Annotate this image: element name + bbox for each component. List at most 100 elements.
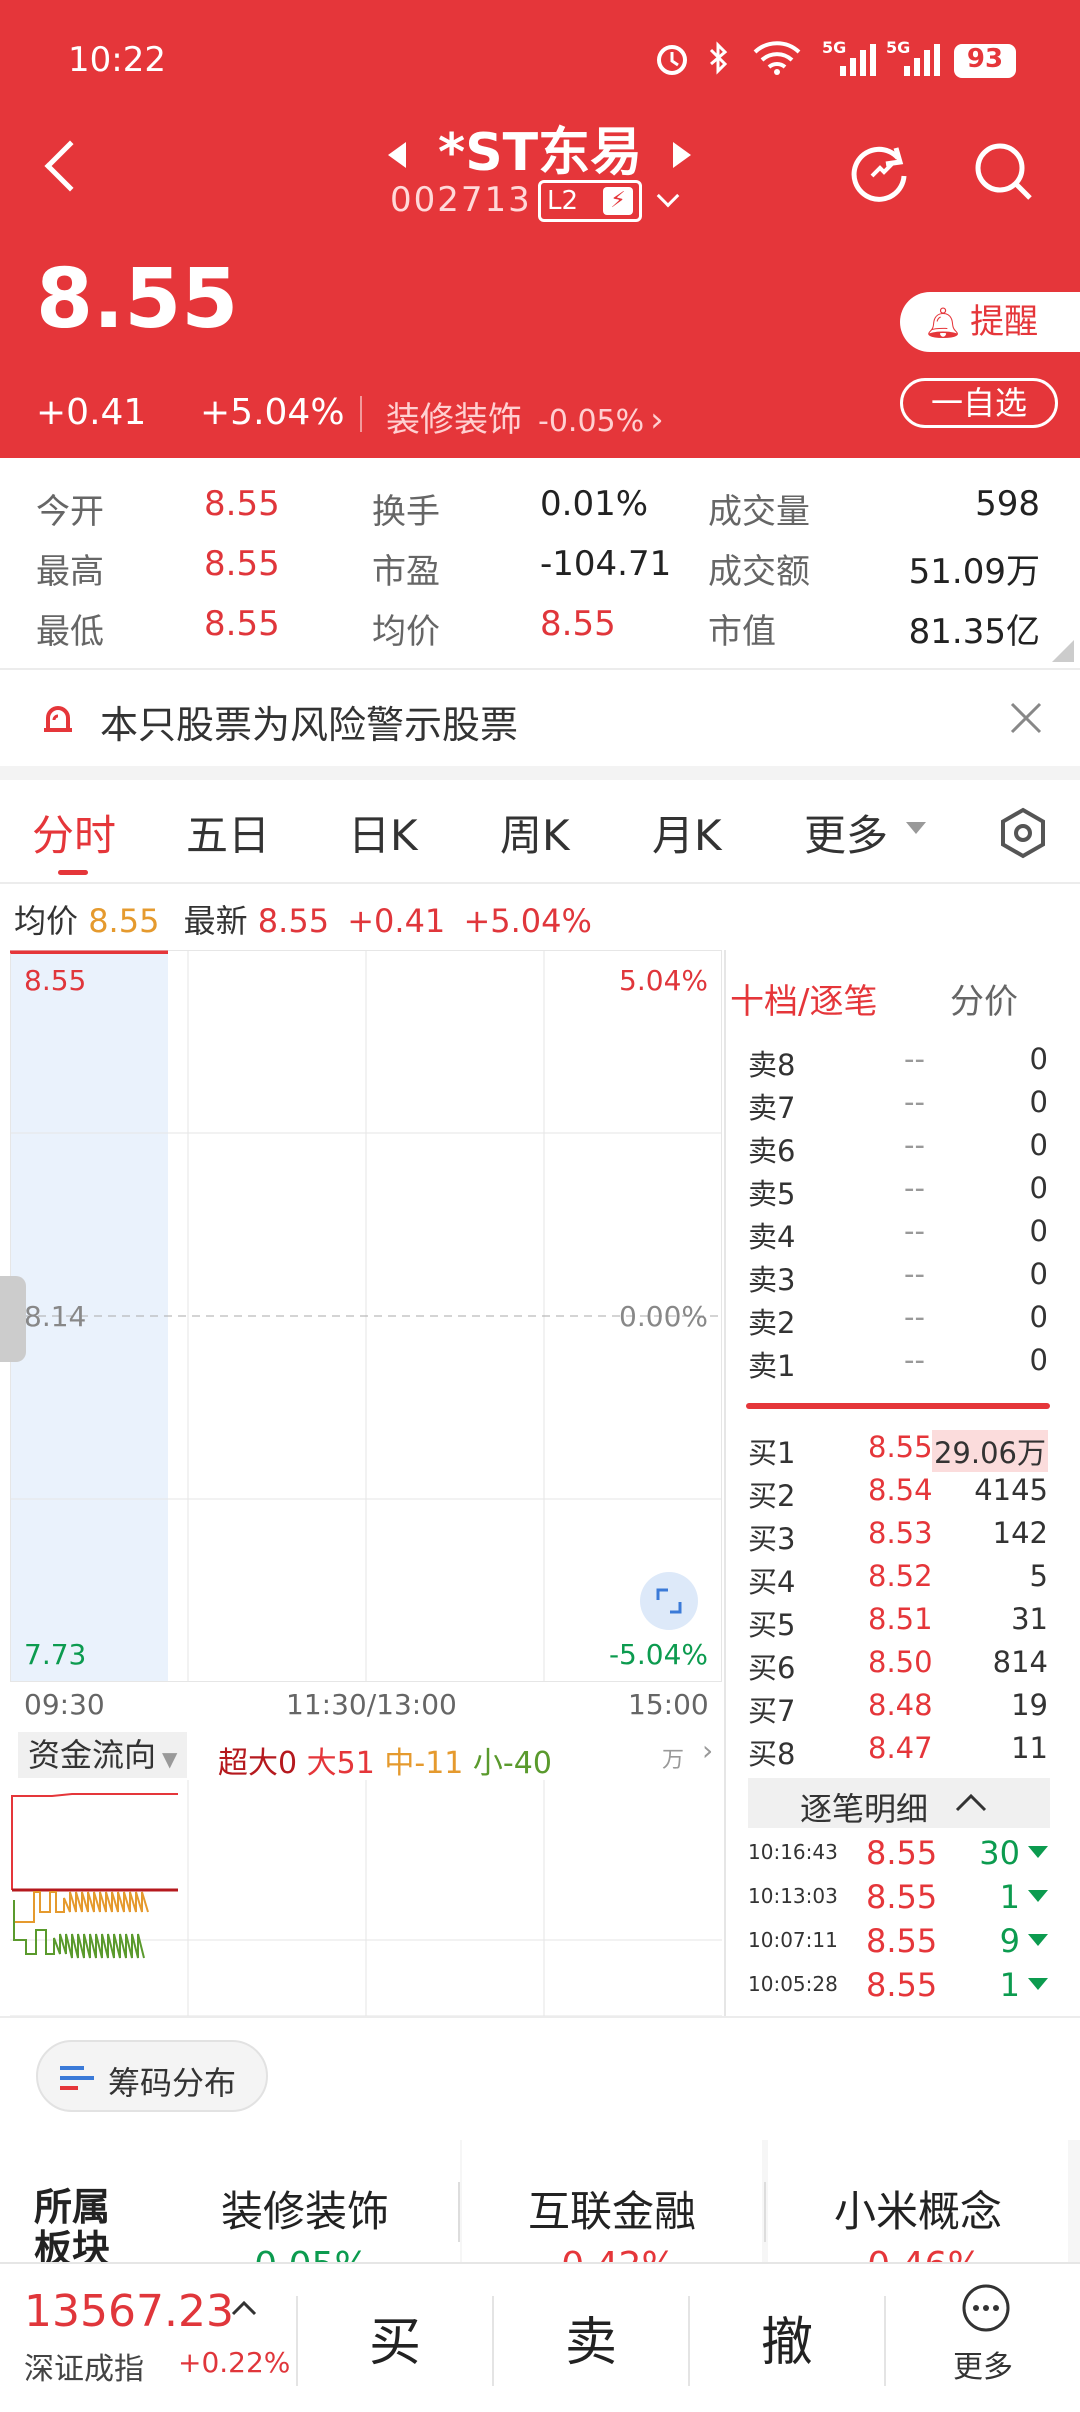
tab-intraday[interactable]: 分时 bbox=[32, 802, 116, 863]
order-volume: 0 bbox=[1029, 1171, 1048, 1205]
close-icon[interactable] bbox=[1008, 700, 1044, 736]
buy-button[interactable]: 买 bbox=[298, 2300, 492, 2375]
y-axis-top: 8.55 bbox=[24, 964, 87, 997]
order-volume: 0 bbox=[1029, 1257, 1048, 1291]
sector-strip: 所属板块 装修装饰-0.05% 互联金融-0.42% 小米概念-0.46% bbox=[0, 2140, 1080, 2286]
small-flow: 小-40 bbox=[472, 1746, 552, 1781]
fund-flow-panel[interactable]: 资金流向 ▼ 超大0 大51 中-11 小-40 万 › bbox=[10, 1728, 722, 2016]
down-arrow-icon bbox=[1028, 1846, 1048, 1858]
latest-value: 8.55 bbox=[257, 902, 330, 940]
volume-label: 成交量 bbox=[708, 492, 810, 532]
y-axis-mid: 8.14 bbox=[24, 1300, 87, 1333]
tab-monthly-k[interactable]: 月K bbox=[652, 802, 722, 863]
settings-icon[interactable] bbox=[996, 806, 1050, 860]
open-value: 8.55 bbox=[204, 484, 280, 524]
pct-axis-top: 5.04% bbox=[619, 964, 708, 997]
tick-row: 10:07:11 8.55 9 bbox=[748, 1922, 1050, 1965]
tick-volume: 9 bbox=[999, 1922, 1020, 1960]
sector-label: 所属板块 bbox=[34, 2186, 111, 2262]
chip-distribution-label: 筹码分布 bbox=[108, 2064, 237, 2102]
sector-link[interactable]: 装修装饰 -0.05% › bbox=[386, 392, 664, 441]
chevron-down-icon[interactable] bbox=[656, 184, 680, 208]
order-level-label: 买6 bbox=[748, 1651, 796, 1685]
chip-distribution-button[interactable]: 筹码分布 bbox=[36, 2040, 268, 2112]
more-button[interactable]: 更多 bbox=[886, 2280, 1080, 2390]
fullscreen-button[interactable] bbox=[640, 1572, 698, 1630]
price-distribution-tab[interactable]: 分价 bbox=[950, 974, 1018, 1023]
expand-corner-icon[interactable] bbox=[1052, 640, 1074, 662]
avg-price-value: 8.55 bbox=[88, 902, 160, 940]
sector-card[interactable]: 互联金融-0.42% bbox=[462, 2140, 762, 2286]
fund-flow-unit: 万 bbox=[662, 1748, 685, 1773]
latest-change: +0.41 bbox=[347, 902, 446, 940]
order-price: -- bbox=[904, 1343, 925, 1377]
stock-code: 002713 bbox=[390, 180, 532, 220]
sell-order-row: 卖6 -- 0 bbox=[748, 1128, 1048, 1171]
order-price: -- bbox=[904, 1042, 925, 1076]
order-level-label: 卖8 bbox=[748, 1048, 796, 1082]
level2-badge[interactable]: L2 ⚡ bbox=[538, 180, 642, 222]
order-volume: 19 bbox=[1011, 1688, 1048, 1722]
order-volume: 11 bbox=[1011, 1731, 1048, 1765]
next-stock-button[interactable] bbox=[673, 142, 691, 168]
side-drawer-handle[interactable] bbox=[0, 1276, 26, 1362]
large-flow: 大51 bbox=[306, 1746, 375, 1781]
tab-more-label: 更多 bbox=[804, 811, 889, 860]
pct-axis-mid: 0.00% bbox=[619, 1300, 708, 1333]
avg-label: 均价 bbox=[372, 612, 440, 652]
search-icon[interactable] bbox=[972, 140, 1036, 204]
order-level-label: 买3 bbox=[748, 1522, 796, 1556]
buy-order-row: 买3 8.53 142 bbox=[748, 1516, 1048, 1559]
super-large-flow: 超大0 bbox=[218, 1746, 298, 1781]
tab-five-day[interactable]: 五日 bbox=[186, 802, 270, 863]
remind-button[interactable]: 🔔︎ 提醒 bbox=[900, 292, 1080, 352]
sell-order-row: 卖2 -- 0 bbox=[748, 1300, 1048, 1343]
divider bbox=[724, 950, 726, 2016]
index-name: 深证成指 bbox=[24, 2352, 144, 2387]
order-price: 8.48 bbox=[868, 1688, 933, 1722]
battery-icon: 93 bbox=[954, 44, 1016, 78]
divider bbox=[360, 396, 362, 432]
divider bbox=[764, 2182, 766, 2242]
sell-button[interactable]: 卖 bbox=[494, 2300, 688, 2375]
buy-order-row: 买1 8.55 29.06万 bbox=[748, 1430, 1048, 1473]
tab-weekly-k[interactable]: 周K bbox=[500, 802, 570, 863]
intraday-chart[interactable]: 8.55 5.04% 8.14 0.00% 7.73 -5.04% bbox=[0, 950, 722, 1682]
order-level-label: 买2 bbox=[748, 1479, 796, 1513]
amount-value: 51.09万 bbox=[908, 552, 1040, 592]
index-ticker[interactable]: 13567.23 深证成指 +0.22% bbox=[24, 2286, 294, 2387]
fund-flow-dropdown[interactable]: 资金流向 ▼ bbox=[18, 1732, 188, 1778]
cancel-order-button[interactable]: 撤 bbox=[690, 2300, 884, 2375]
orderbook-tab[interactable]: 十档/逐笔 bbox=[730, 974, 877, 1023]
tick-price: 8.55 bbox=[866, 1878, 938, 1916]
order-price: 8.47 bbox=[868, 1731, 933, 1765]
sector-card-name: 互联金融 bbox=[527, 2187, 696, 2236]
tab-daily-k[interactable]: 日K bbox=[348, 802, 418, 863]
risk-warning-bar: 本只股票为风险警示股票 bbox=[0, 670, 1080, 766]
open-label: 今开 bbox=[36, 492, 104, 532]
buy-order-row: 买4 8.52 5 bbox=[748, 1559, 1048, 1602]
down-arrow-icon bbox=[1028, 1890, 1048, 1902]
order-price: -- bbox=[904, 1300, 925, 1334]
watchlist-button[interactable]: 一自选 bbox=[900, 378, 1058, 428]
order-price: -- bbox=[904, 1085, 925, 1119]
latest-change-pct: +5.04% bbox=[463, 902, 592, 940]
section-gap bbox=[0, 766, 1080, 780]
turnover-label: 换手 bbox=[372, 492, 440, 532]
tab-more[interactable]: 更多 bbox=[804, 802, 926, 863]
tick-detail-header[interactable]: 逐笔明细 bbox=[748, 1778, 1050, 1828]
order-volume: 29.06万 bbox=[931, 1430, 1048, 1472]
chevron-right-icon[interactable]: › bbox=[702, 1734, 713, 1767]
order-volume: 142 bbox=[992, 1516, 1048, 1550]
back-button[interactable] bbox=[44, 140, 96, 192]
refresh-icon[interactable] bbox=[850, 140, 912, 202]
order-level-label: 买1 bbox=[748, 1436, 796, 1470]
order-price: 8.52 bbox=[868, 1559, 933, 1593]
sector-card[interactable]: 小米概念-0.46% bbox=[768, 2140, 1068, 2286]
fund-flow-summary: 超大0 大51 中-11 小-40 bbox=[218, 1738, 552, 1782]
tick-row: 10:05:28 8.55 1 bbox=[748, 1966, 1050, 2009]
chart-info-line: 均价 8.55 最新 8.55 +0.41 +5.04% bbox=[14, 896, 592, 942]
prev-stock-button[interactable] bbox=[388, 142, 406, 168]
alarm-icon bbox=[657, 45, 687, 75]
sector-card[interactable]: 装修装饰-0.05% bbox=[150, 2140, 460, 2286]
